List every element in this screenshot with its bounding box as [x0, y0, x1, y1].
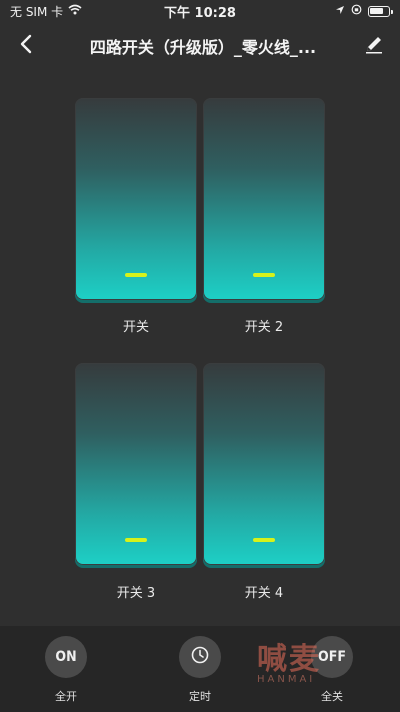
switch-1-indicator [125, 273, 147, 277]
switch-4-toggle[interactable] [203, 363, 325, 565]
switch-2-label: 开关 2 [244, 320, 284, 335]
timer-action: 定时 [170, 636, 230, 704]
all-on-label: 全开 [55, 690, 77, 703]
timer-button[interactable] [179, 636, 221, 678]
switch-4-indicator [253, 538, 275, 542]
switch-1-label: 开关 [122, 320, 149, 335]
switch-2-indicator [253, 273, 275, 277]
switch-1-toggle[interactable] [75, 98, 197, 300]
switch-4-label: 开关 4 [244, 586, 284, 601]
switch-2-toggle[interactable] [203, 98, 325, 300]
switch-3-indicator [125, 538, 147, 542]
all-on-button[interactable]: ON [45, 636, 87, 678]
timer-label: 定时 [189, 690, 211, 703]
bottom-action-bar: ON 全开 定时 OFF 全关 [0, 626, 400, 712]
switch-panel: 开关 开关 2 开关 3 开关 4 [0, 0, 400, 620]
all-off-label: 全关 [321, 690, 343, 703]
all-on-action: ON 全开 [36, 636, 96, 704]
switch-3-toggle[interactable] [75, 363, 197, 565]
switch-3-label: 开关 3 [116, 586, 156, 601]
all-off-button[interactable]: OFF [311, 636, 353, 678]
clock-icon [191, 646, 209, 668]
all-off-action: OFF 全关 [302, 636, 362, 704]
